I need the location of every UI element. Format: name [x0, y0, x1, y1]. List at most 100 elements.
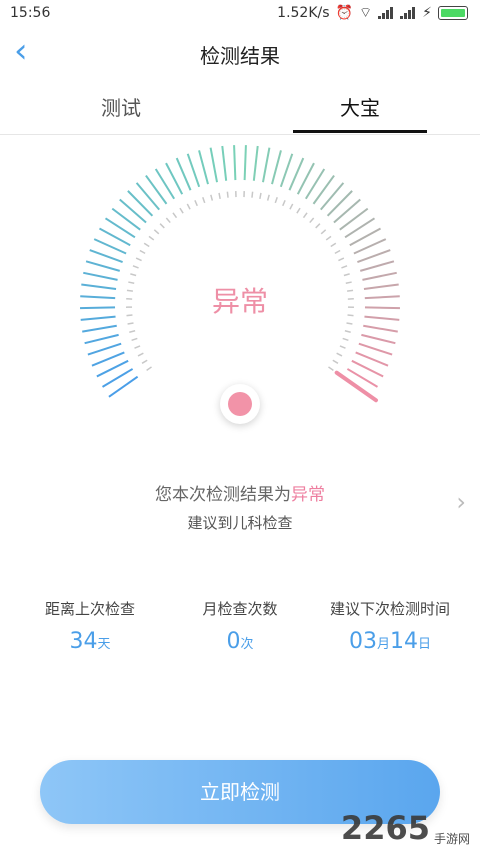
- gauge-tick: [186, 153, 201, 188]
- gauge-inner-tick: [334, 249, 341, 255]
- gauge-tick: [320, 182, 345, 211]
- gauge-status-label: 异常: [211, 285, 268, 318]
- gauge-inner-tick: [346, 322, 353, 325]
- gauge-inner-tick: [266, 194, 270, 201]
- stat-day-unit: 日: [418, 637, 432, 652]
- stat-month-unit: 月: [376, 637, 390, 652]
- gauge-inner-tick: [127, 322, 134, 325]
- alarm-icon: ⏰: [335, 5, 353, 21]
- gauge-tick: [198, 150, 209, 185]
- gauge-tick: [233, 145, 237, 181]
- stat-days-since-last: 距离上次检查 34天: [20, 598, 160, 654]
- gauge-tick: [261, 147, 271, 183]
- gauge-tick: [252, 145, 259, 181]
- gauge-inner-tick: [330, 242, 337, 248]
- gauge-inner-tick: [129, 330, 136, 333]
- gauge-tick: [87, 342, 122, 356]
- gauge-inner-tick: [139, 249, 146, 255]
- gauge-tick: [355, 351, 389, 367]
- gauge-inner-tick: [153, 229, 160, 235]
- gauge-tick: [359, 260, 395, 272]
- gauge-inner-tick: [282, 200, 286, 207]
- stat-number: 0: [226, 629, 241, 654]
- status-time: 15:56: [10, 5, 51, 21]
- gauge-tick: [209, 147, 219, 183]
- gauge-inner-tick: [141, 359, 148, 364]
- gauge-tick: [135, 182, 160, 211]
- gauge-inner-tick: [159, 223, 165, 229]
- tab-bar: 测试 大宝: [0, 82, 480, 135]
- nav-bar: ‹ 检测结果: [0, 28, 480, 78]
- page-title: 检测结果: [200, 44, 280, 68]
- gauge-inner-tick: [338, 257, 345, 262]
- gauge-tick: [84, 333, 119, 345]
- gauge-inner-tick: [332, 359, 339, 364]
- stat-label: 建议下次检测时间: [329, 600, 450, 618]
- gauge-inner-tick: [226, 191, 229, 198]
- gauge-tick: [326, 190, 353, 217]
- stat-number: 34: [69, 629, 98, 654]
- watermark-logo: 2265 手游网: [341, 809, 470, 847]
- gauge-tick: [363, 324, 398, 333]
- gauge-inner-tick: [341, 265, 348, 269]
- gauge-tick: [89, 249, 123, 264]
- gauge-inner-tick: [134, 345, 141, 349]
- gauge-inner-tick: [339, 345, 346, 349]
- stat-unit: 次: [240, 637, 254, 652]
- gauge-inner-tick: [336, 352, 343, 357]
- gauge-inner-tick: [186, 203, 191, 210]
- gauge-inner-tick: [179, 207, 184, 214]
- gauge-inner-tick: [202, 197, 206, 204]
- status-bar: 15:56 1.52K/s ⏰ ⌔ ⚡: [0, 0, 480, 28]
- gauge-tick: [271, 150, 282, 185]
- gauge-inner-tick: [210, 194, 214, 201]
- tab-dabao[interactable]: 大宝: [293, 92, 427, 121]
- charging-icon: ⚡: [422, 5, 432, 21]
- gauge-tick: [83, 271, 118, 281]
- gauge-inner-tick: [309, 217, 315, 224]
- gauge-inner-tick: [137, 352, 144, 357]
- result-status: 异常: [291, 485, 325, 505]
- gauge-inner-tick: [218, 192, 221, 199]
- gauge-inner-tick: [148, 235, 155, 241]
- gauge-inner-tick: [344, 330, 351, 333]
- stat-day: 14: [390, 629, 418, 654]
- chevron-right-icon[interactable]: ›: [456, 488, 466, 516]
- watermark-site: 手游网: [433, 832, 470, 846]
- gauge-tick: [361, 333, 396, 345]
- signal-icon: [378, 7, 394, 19]
- gauge-inner-tick: [320, 229, 327, 235]
- result-advice: 建议到儿科检查: [187, 514, 293, 532]
- stat-unit: 天: [97, 637, 111, 652]
- gauge-tick: [82, 324, 117, 333]
- gauge-inner-tick: [146, 366, 152, 372]
- gauge-tick: [127, 190, 154, 217]
- stat-monthly-count: 月检查次数 0次: [170, 598, 310, 654]
- stat-value: 0次: [170, 629, 310, 654]
- gauge-inner-tick: [194, 200, 198, 207]
- stat-next-test-date: 建议下次检测时间 03月14日: [310, 598, 470, 654]
- stats-row: 距离上次检查 34天 月检查次数 0次 建议下次检测时间 03月14日: [0, 598, 480, 668]
- gauge-inner-tick: [131, 337, 138, 342]
- result-gauge: 异常: [0, 130, 480, 450]
- gauge-tick: [362, 271, 397, 281]
- gauge-tick: [357, 249, 391, 264]
- gauge-inner-tick: [325, 235, 332, 241]
- gauge-tick: [333, 198, 361, 224]
- gauge-tick: [358, 342, 393, 356]
- gauge-inner-tick: [315, 223, 321, 229]
- status-icons: 1.52K/s ⏰ ⌔ ⚡: [277, 4, 468, 22]
- stat-month: 03: [348, 629, 377, 654]
- tab-ceshi[interactable]: 测试: [54, 92, 188, 121]
- gauge-inner-tick: [132, 265, 139, 269]
- gauge-pointer-dot: [220, 384, 260, 424]
- stat-value: 34天: [20, 629, 160, 654]
- gauge-tick: [279, 153, 294, 188]
- result-prefix: 您本次检测结果为: [155, 485, 291, 505]
- network-speed: 1.52K/s: [277, 5, 330, 21]
- gauge-inner-tick: [259, 192, 262, 199]
- gauge-inner-tick: [143, 242, 150, 248]
- gauge-inner-tick: [342, 337, 349, 342]
- gauge-inner-tick: [296, 207, 301, 214]
- gauge-inner-tick: [251, 191, 254, 198]
